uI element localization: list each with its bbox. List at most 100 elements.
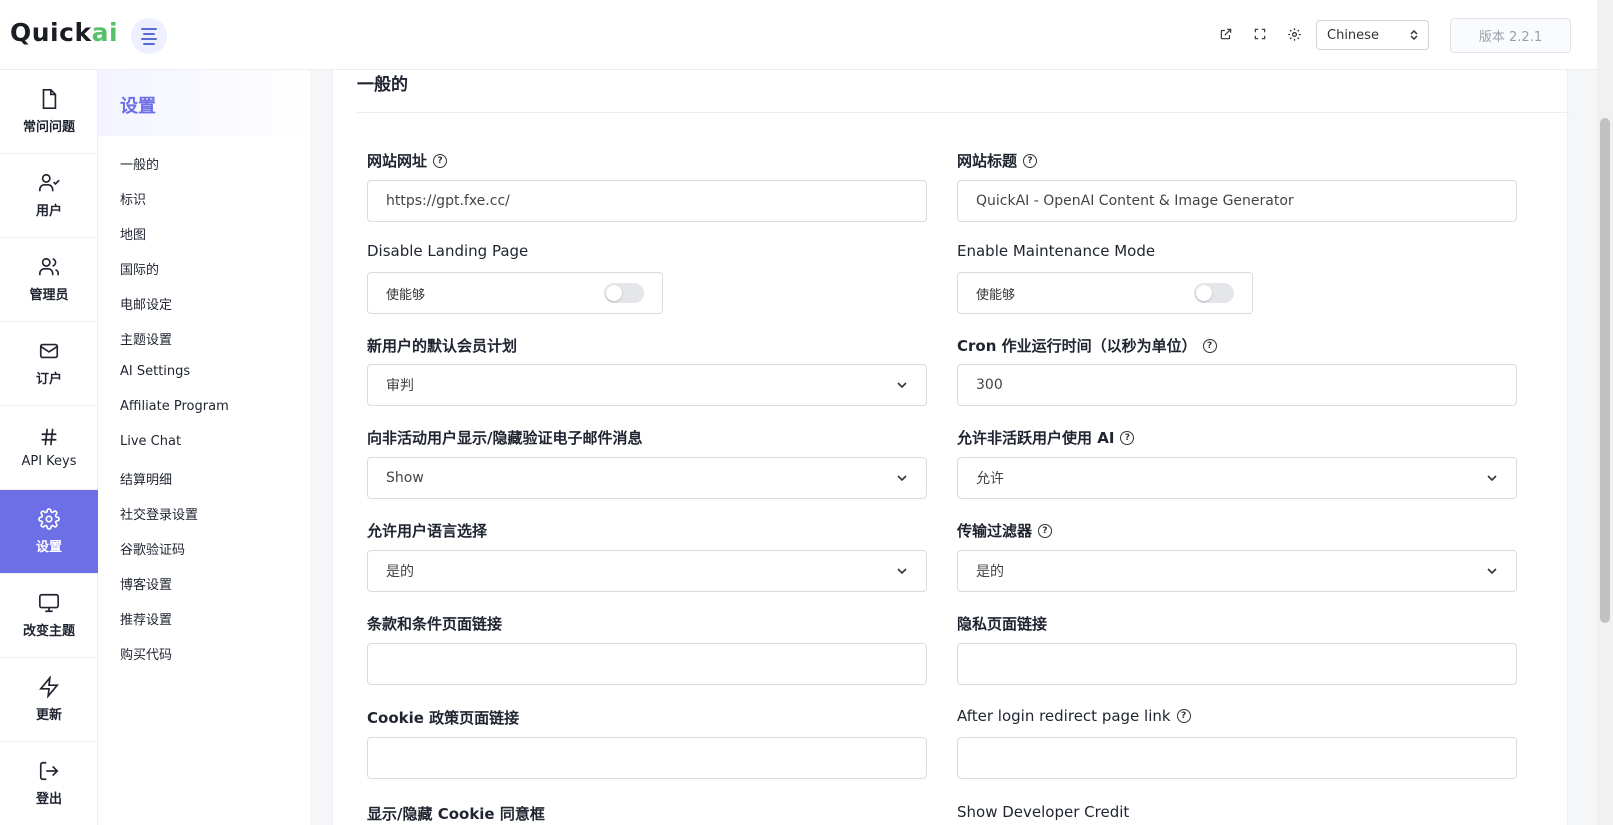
- help-icon[interactable]: ?: [1176, 709, 1191, 723]
- lang-select-select[interactable]: 是的: [367, 550, 927, 592]
- submenu-item-blog[interactable]: 博客设置: [120, 574, 172, 593]
- settings-content: 一般的 网站网址 ? https://gpt.fxe.cc/ 网站标题 ? Qu…: [332, 70, 1569, 825]
- nav-item-settings[interactable]: 设置: [0, 490, 98, 574]
- submenu-item-ai-settings[interactable]: AI Settings: [120, 364, 190, 379]
- nav-item-change-theme[interactable]: 改变主题: [0, 574, 98, 658]
- chevron-down-icon: [897, 475, 907, 482]
- disable-landing-toggle[interactable]: [604, 283, 644, 303]
- chevron-down-icon: [897, 382, 907, 389]
- section-title: 一般的: [357, 70, 1569, 113]
- chevron-down-icon: [1487, 568, 1497, 575]
- version-button[interactable]: 版本 2.2.1: [1450, 18, 1571, 53]
- quickai-logo[interactable]: Quickai: [10, 18, 118, 47]
- inactive-ai-label: 允许非活跃用户使用 AI ?: [957, 427, 1135, 448]
- nav-item-faq[interactable]: 常问问题: [0, 70, 98, 154]
- terms-link-label: 条款和条件页面链接: [367, 615, 503, 633]
- privacy-link-label: 隐私页面链接: [957, 615, 1048, 633]
- lang-select-label: 允许用户语言选择: [367, 522, 488, 540]
- nav-item-label: 常问问题: [22, 120, 75, 135]
- help-icon[interactable]: ?: [1120, 430, 1135, 445]
- privacy-link-input[interactable]: [957, 643, 1517, 685]
- site-url-label: 网站网址 ?: [367, 150, 448, 171]
- help-icon[interactable]: ?: [1023, 153, 1038, 168]
- nav-item-users[interactable]: 用户: [0, 154, 98, 238]
- settings-gear-icon[interactable]: [1284, 24, 1304, 44]
- after-login-label: After login redirect page link ?: [957, 707, 1191, 725]
- settings-submenu: 设置 一般的 标识 地图 国际的 电邮设定 主题设置 AI Settings A…: [98, 70, 310, 825]
- nav-item-logout[interactable]: 登出: [0, 742, 98, 825]
- verify-email-select[interactable]: Show: [367, 457, 927, 499]
- submenu-item-map[interactable]: 地图: [120, 224, 146, 243]
- icon-sidebar: 常问问题 用户 管理员 订户 API Keys 设置 改变主题 更新 登出: [0, 70, 98, 825]
- submenu-item-billing[interactable]: 结算明细: [120, 469, 172, 488]
- submenu-item-logo[interactable]: 标识: [120, 189, 146, 208]
- language-select[interactable]: Chinese: [1316, 20, 1429, 50]
- nav-item-subscribers[interactable]: 订户: [0, 322, 98, 406]
- disable-landing-label: Disable Landing Page: [367, 242, 529, 260]
- site-title-input[interactable]: QuickAI - OpenAI Content & Image Generat…: [957, 180, 1517, 222]
- submenu-item-general[interactable]: 一般的: [120, 154, 159, 173]
- submenu-title: 设置: [98, 70, 310, 136]
- top-header: Quickai Chinese 版本 2.2.1: [0, 0, 1613, 70]
- site-title-label: 网站标题 ?: [957, 150, 1038, 171]
- chevron-down-icon: [897, 568, 907, 575]
- nav-item-label: 订户: [35, 372, 62, 387]
- after-login-input[interactable]: [957, 737, 1517, 779]
- submenu-item-theme[interactable]: 主题设置: [120, 329, 172, 348]
- cookie-link-label: Cookie 政策页面链接: [367, 709, 520, 727]
- site-url-input[interactable]: https://gpt.fxe.cc/: [367, 180, 927, 222]
- verify-email-label: 向非活动用户显示/隐藏验证电子邮件消息: [367, 429, 643, 447]
- submenu-item-live-chat[interactable]: Live Chat: [120, 434, 181, 449]
- nav-item-admins[interactable]: 管理员: [0, 238, 98, 322]
- logout-icon: [39, 761, 59, 781]
- submenu-item-international[interactable]: 国际的: [120, 259, 159, 278]
- terms-link-input[interactable]: [367, 643, 927, 685]
- cookie-link-input[interactable]: [367, 737, 927, 779]
- submenu-item-referral[interactable]: 推荐设置: [120, 609, 172, 628]
- cron-input[interactable]: 300: [957, 364, 1517, 406]
- submenu-item-purchase-code[interactable]: 购买代码: [120, 644, 172, 663]
- cookie-consent-label: 显示/隐藏 Cookie 同意框: [367, 805, 545, 823]
- transfer-filter-select[interactable]: 是的: [957, 550, 1517, 592]
- submenu-item-email[interactable]: 电邮设定: [120, 294, 172, 313]
- nav-item-label: 登出: [35, 792, 62, 807]
- developer-credit-label: Show Developer Credit: [957, 803, 1130, 821]
- default-plan-label: 新用户的默认会员计划: [367, 337, 518, 355]
- submenu-item-recaptcha[interactable]: 谷歌验证码: [120, 539, 185, 558]
- external-link-icon[interactable]: [1216, 24, 1236, 44]
- nav-item-api-keys[interactable]: API Keys: [0, 406, 98, 490]
- hamburger-icon: [141, 27, 157, 45]
- monitor-icon: [39, 593, 59, 613]
- disable-landing-toggle-box[interactable]: 使能够: [367, 272, 663, 314]
- menu-toggle-button[interactable]: [131, 18, 167, 54]
- nav-item-label: 用户: [35, 204, 62, 219]
- help-icon[interactable]: ?: [1038, 523, 1053, 538]
- users-icon: [39, 257, 59, 276]
- mail-icon: [39, 343, 59, 359]
- gear-icon: [38, 508, 60, 530]
- page-scrollbar[interactable]: [1597, 0, 1613, 825]
- help-icon[interactable]: ?: [433, 153, 448, 168]
- default-plan-select[interactable]: 审判: [367, 364, 927, 406]
- nav-item-label: 更新: [35, 708, 62, 723]
- select-arrows-icon: [1410, 29, 1418, 41]
- transfer-filter-label: 传输过滤器 ?: [957, 520, 1053, 541]
- language-select-value: Chinese: [1327, 27, 1379, 43]
- maintenance-label: Enable Maintenance Mode: [957, 242, 1156, 260]
- document-icon: [42, 89, 57, 109]
- scrollbar-thumb[interactable]: [1600, 118, 1610, 623]
- maintenance-toggle[interactable]: [1194, 283, 1234, 303]
- help-icon[interactable]: ?: [1202, 338, 1217, 353]
- fullscreen-icon[interactable]: [1250, 24, 1270, 44]
- cron-label: Cron 作业运行时间（以秒为单位） ?: [957, 335, 1217, 356]
- hash-icon: [41, 428, 57, 446]
- nav-item-label: API Keys: [21, 454, 77, 469]
- submenu-item-affiliate[interactable]: Affiliate Program: [120, 399, 229, 414]
- inactive-ai-select[interactable]: 允许: [957, 457, 1517, 499]
- submenu-item-social-login[interactable]: 社交登录设置: [120, 504, 198, 523]
- nav-item-update[interactable]: 更新: [0, 658, 98, 742]
- nav-item-label: 管理员: [29, 288, 69, 303]
- maintenance-toggle-box[interactable]: 使能够: [957, 272, 1253, 314]
- nav-item-label: 设置: [35, 540, 62, 555]
- lightning-icon: [38, 676, 60, 698]
